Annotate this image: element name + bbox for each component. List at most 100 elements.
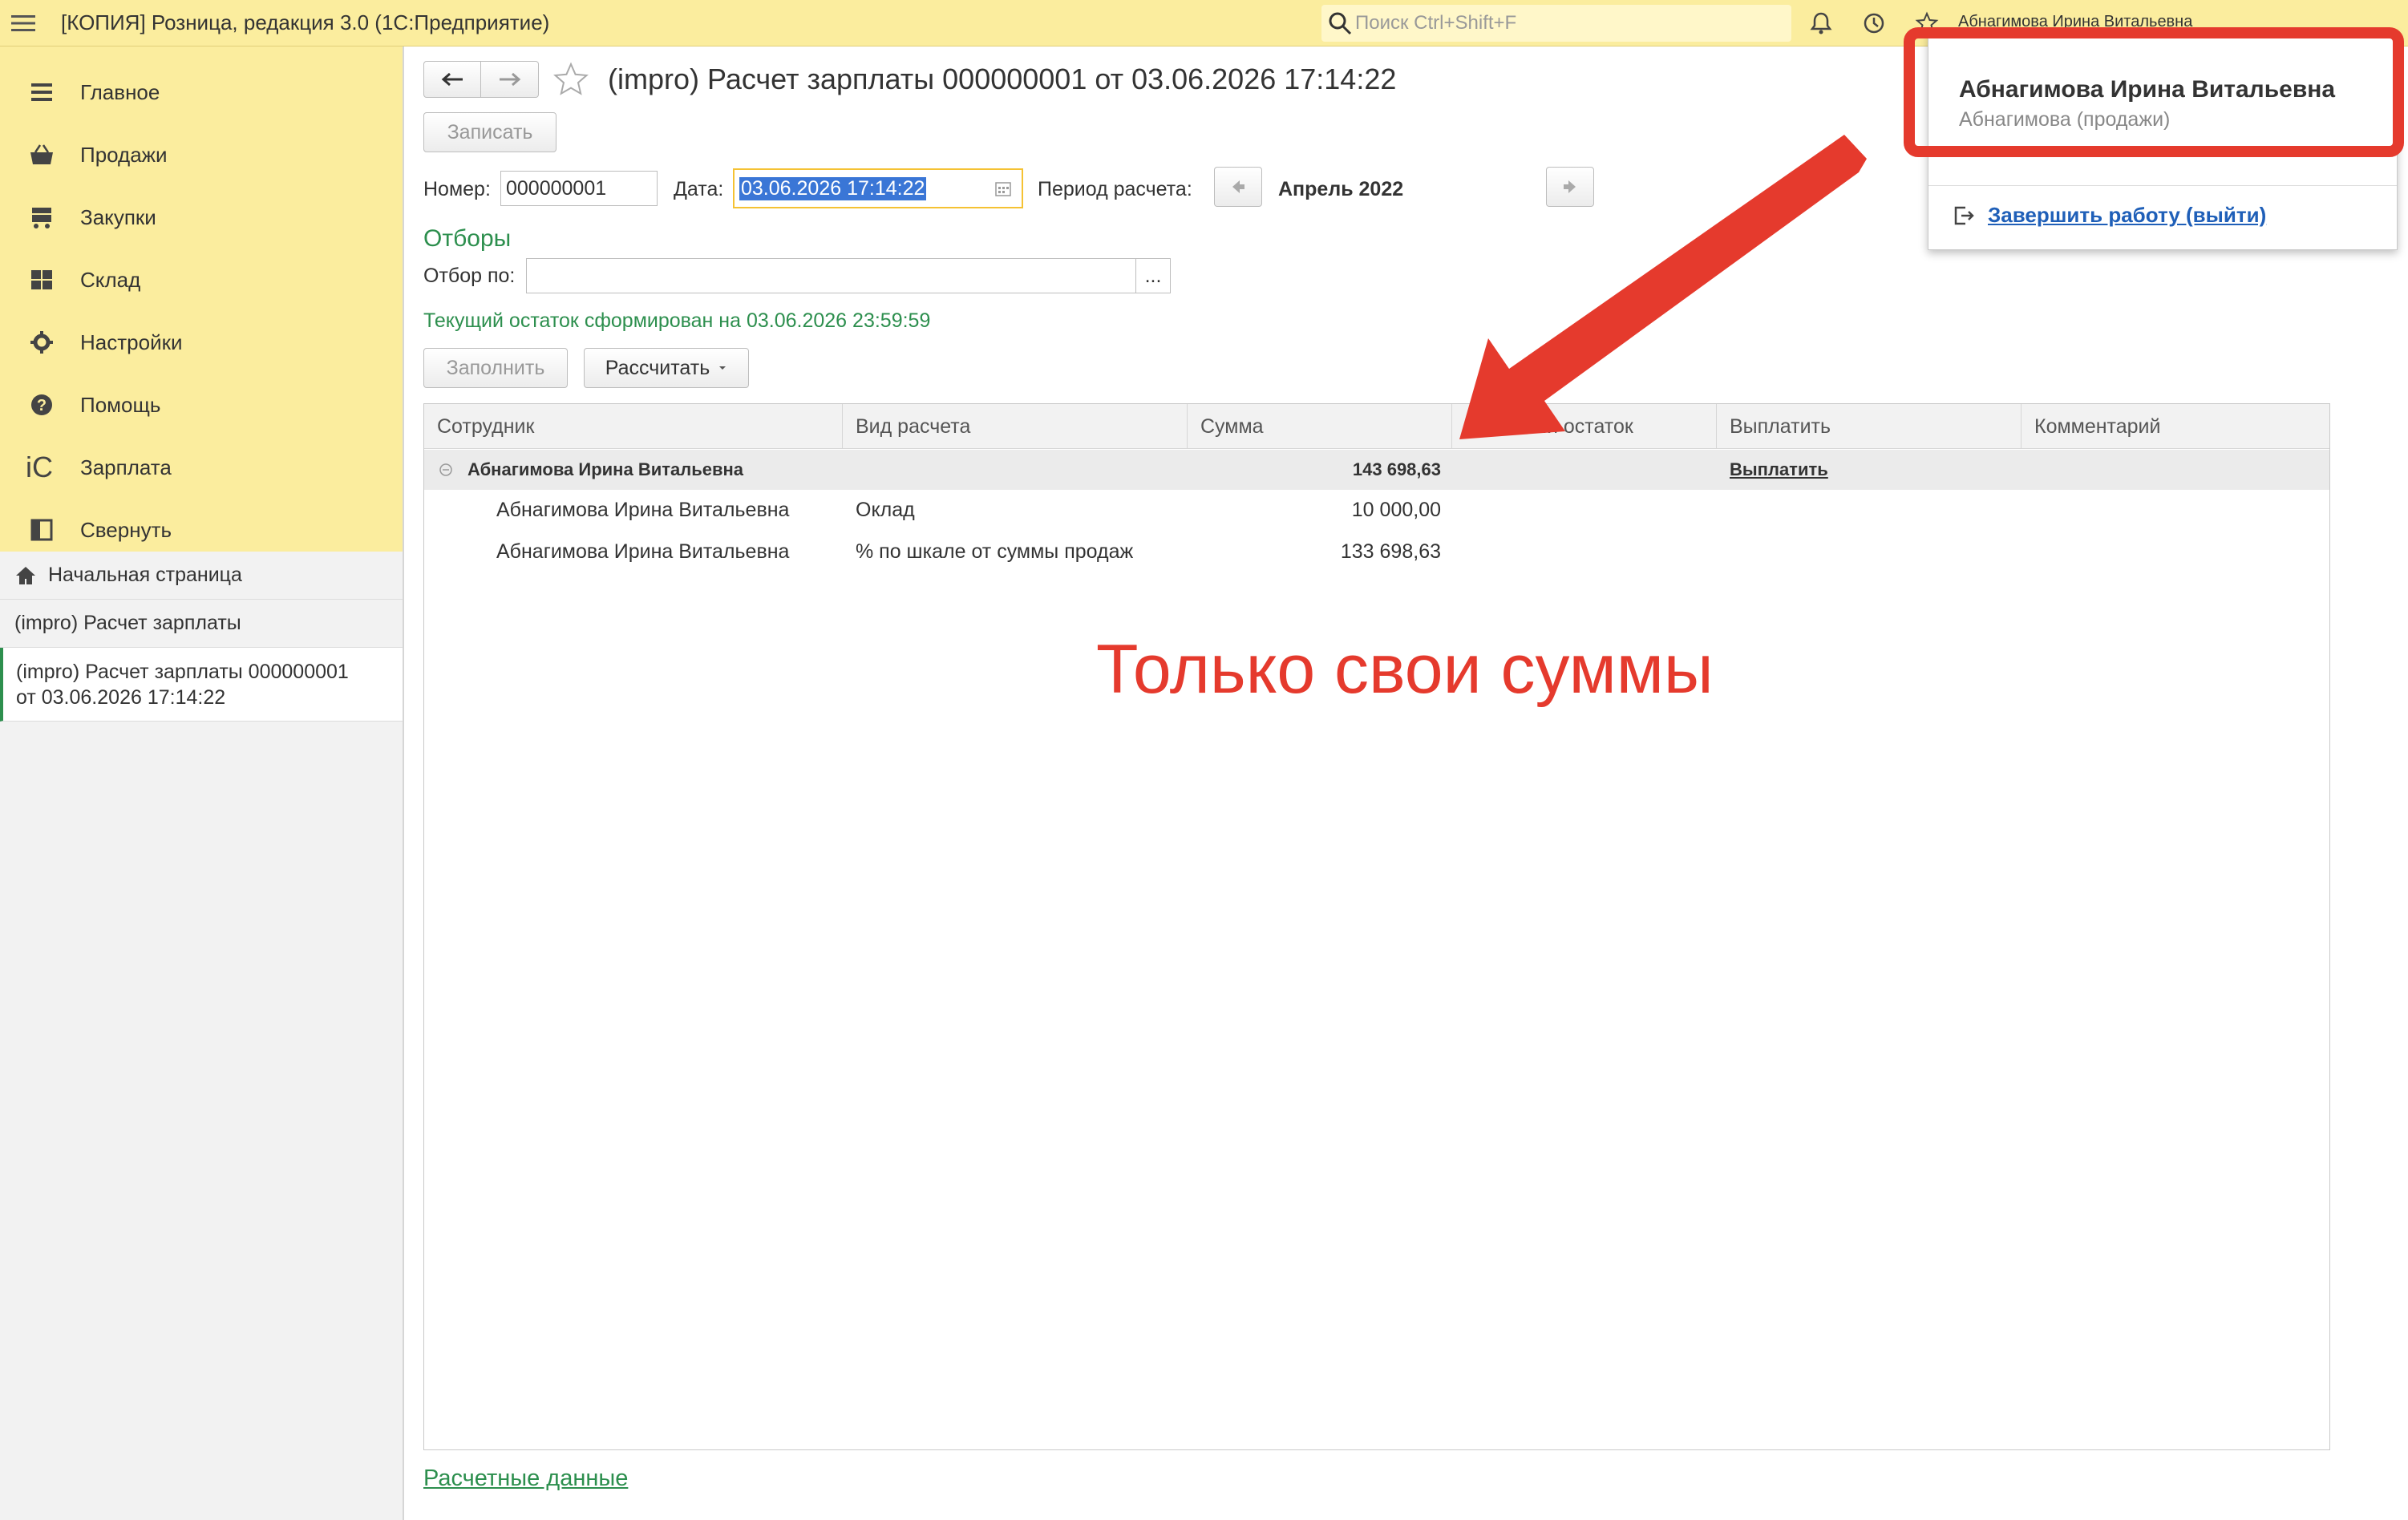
collapse-icon (26, 514, 58, 546)
column-comment[interactable]: Комментарий (2022, 404, 2331, 449)
history-icon[interactable] (1860, 10, 1888, 37)
hamburger-icon (11, 14, 35, 31)
group-employee: Абнагимова Ирина Витальевна (467, 459, 744, 479)
period-value: Апрель 2022 (1278, 178, 1404, 200)
fill-button[interactable]: Заполнить (423, 348, 568, 388)
back-button[interactable] (423, 61, 481, 98)
filters-header[interactable]: Отборы (423, 225, 511, 253)
filter-field[interactable] (526, 258, 1139, 293)
row-2-type[interactable]: % по шкале от суммы продаж (856, 540, 1133, 564)
help-icon: ? (26, 389, 58, 421)
ellipsis-label: ... (1144, 264, 1162, 287)
pay-link[interactable]: Выплатить (1730, 459, 1828, 480)
list-icon (26, 76, 58, 108)
open-window-home[interactable]: Начальная страница (0, 552, 403, 600)
section-salary[interactable]: iC Зарплата (0, 436, 403, 499)
app-title: [КОПИЯ] Розница, редакция 3.0 (1С:Предпр… (61, 10, 550, 34)
row-1-sum[interactable]: 10 000,00 (1188, 499, 1441, 522)
section-label: Склад (80, 267, 141, 292)
open-window-label: (impro) Расчет зарплаты (14, 612, 241, 634)
logout-link[interactable]: Завершить работу (выйти) (1953, 203, 2266, 228)
date-field[interactable]: 03.06.2026 17:14:22 (733, 168, 1023, 208)
logout-icon (1954, 206, 1974, 224)
row-2-sum[interactable]: 133 698,63 (1188, 540, 1441, 564)
section-label: Свернуть (80, 517, 172, 542)
section-main[interactable]: Главное (0, 61, 403, 123)
cart-icon (26, 201, 58, 233)
number-value: 000000001 (506, 176, 607, 200)
column-calc-type[interactable]: Вид расчета (843, 404, 1188, 449)
period-label: Период расчета: (1038, 178, 1192, 200)
forward-button[interactable] (481, 61, 539, 98)
section-label: Продажи (80, 142, 168, 167)
collapse-group-icon[interactable] (439, 463, 453, 477)
history-nav (423, 61, 539, 98)
chevron-down-icon (719, 366, 726, 370)
save-button[interactable]: Записать (423, 112, 556, 152)
gear-icon (26, 326, 58, 358)
column-sum[interactable]: Сумма (1188, 404, 1452, 449)
favorite-star-icon[interactable] (552, 61, 590, 99)
group-sum: 143 698,63 (1352, 459, 1441, 479)
search-placeholder: Поиск Ctrl+Shift+F (1355, 12, 1517, 34)
row-2-employee[interactable]: Абнагимова Ирина Витальевна (496, 540, 789, 564)
popup-divider (1928, 185, 2397, 186)
open-window-salary-list[interactable]: (impro) Расчет зарплаты (0, 600, 403, 648)
section-label: Зарплата (80, 455, 172, 479)
notifications-icon[interactable] (1807, 10, 1835, 37)
date-label: Дата: (674, 178, 724, 200)
section-label: Помощь (80, 392, 161, 417)
calculation-data-link[interactable]: Расчетные данные (423, 1465, 628, 1492)
arrow-left-icon (441, 72, 463, 87)
section-settings[interactable]: Настройки (0, 311, 403, 374)
search-icon (1329, 12, 1352, 35)
svg-text:iC: iC (26, 453, 53, 482)
basket-icon (26, 139, 58, 171)
1c-icon: iC (26, 451, 58, 483)
logout-label: Завершить работу (выйти) (1988, 203, 2267, 227)
arrow-right-icon (1564, 180, 1576, 193)
period-next-button[interactable] (1546, 167, 1594, 207)
open-window-label-line2: от 03.06.2026 17:14:22 (16, 685, 226, 709)
main-menu-button[interactable] (0, 0, 47, 46)
open-window-salary-doc[interactable]: (impro) Расчет зарплаты 000000001 от 03.… (0, 648, 403, 722)
svg-text:?: ? (37, 397, 47, 414)
table-group-row[interactable]: Абнагимова Ирина Витальевна 143 698,63 В… (424, 450, 2329, 490)
section-label: Закупки (80, 204, 156, 229)
number-field[interactable]: 000000001 (500, 171, 658, 206)
column-pay[interactable]: Выплатить (1717, 404, 2022, 449)
open-window-label: (impro) Расчет зарплаты 000000001 (16, 660, 349, 683)
section-sales[interactable]: Продажи (0, 123, 403, 186)
calculate-button[interactable]: Рассчитать (584, 348, 749, 388)
calculate-label: Рассчитать (605, 356, 710, 379)
warehouse-icon (26, 264, 58, 296)
sections-panel: Главное Продажи Закупки Склад Настройки … (0, 46, 403, 552)
section-label: Главное (80, 79, 160, 104)
number-label: Номер: (423, 178, 491, 200)
red-highlight-frame (1904, 27, 2404, 157)
table-header: Сотрудник Вид расчета Сумма ий остаток В… (424, 404, 2329, 449)
sidebar: Главное Продажи Закупки Склад Настройки … (0, 46, 404, 1520)
open-window-label: Начальная страница (48, 564, 242, 586)
filter-select-button[interactable]: ... (1135, 258, 1171, 293)
annotation-text: Только свои суммы (1096, 631, 1714, 708)
section-purchases[interactable]: Закупки (0, 186, 403, 249)
calendar-icon[interactable] (994, 180, 1012, 197)
global-search-input[interactable]: Поиск Ctrl+Shift+F (1321, 5, 1791, 42)
row-1-employee[interactable]: Абнагимова Ирина Витальевна (496, 499, 789, 522)
section-help[interactable]: ? Помощь (0, 374, 403, 436)
period-prev-button[interactable] (1214, 167, 1262, 207)
section-label: Настройки (80, 329, 183, 354)
home-icon (16, 566, 35, 584)
column-employee[interactable]: Сотрудник (424, 404, 843, 449)
document-form: (impro) Расчет зарплаты 000000001 от 03.… (404, 46, 2408, 1520)
arrow-left-icon (1232, 180, 1244, 193)
date-value: 03.06.2026 17:14:22 (739, 176, 927, 200)
section-warehouse[interactable]: Склад (0, 249, 403, 311)
arrow-right-icon (499, 72, 520, 87)
column-balance[interactable]: ий остаток (1452, 404, 1717, 449)
filter-label: Отбор по: (423, 265, 516, 287)
row-1-type[interactable]: Оклад (856, 499, 915, 522)
balance-info: Текущий остаток сформирован на 03.06.202… (423, 309, 931, 332)
form-title: (impro) Расчет зарплаты 000000001 от 03.… (608, 63, 1397, 95)
